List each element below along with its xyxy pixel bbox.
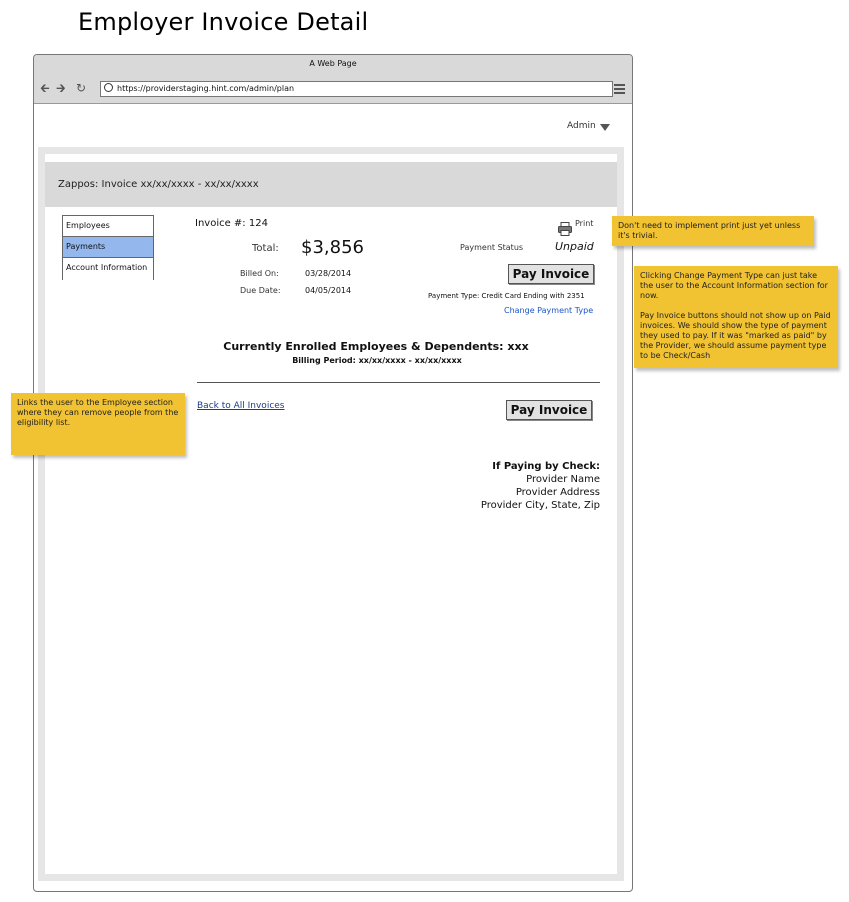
- content-panel: Zappos: Invoice xx/xx/xxxx - xx/xx/xxxx …: [45, 154, 617, 874]
- change-payment-type-link[interactable]: Change Payment Type: [504, 306, 593, 315]
- url-text: https://providerstaging.hint.com/admin/p…: [117, 84, 295, 93]
- provider-city-state-zip: Provider City, State, Zip: [480, 500, 600, 511]
- window-title: A Web Page: [34, 55, 632, 76]
- caret-down-icon[interactable]: [600, 124, 610, 131]
- pay-invoice-button[interactable]: Pay Invoice: [508, 264, 594, 284]
- total-label: Total:: [252, 243, 279, 254]
- note-change-payment-text-2: Pay Invoice buttons should not show up o…: [640, 311, 831, 360]
- print-link[interactable]: Print: [575, 219, 593, 228]
- invoice-number: Invoice #: 124: [195, 218, 268, 229]
- provider-address: Provider Address: [515, 487, 600, 498]
- billed-on-label: Billed On:: [240, 269, 279, 278]
- page-title: Employer Invoice Detail: [78, 8, 369, 36]
- browser-window: A Web Page 🡰 🡲 ↻ https://providerstaging…: [33, 54, 633, 892]
- note-change-payment: Clicking Change Payment Type can just ta…: [634, 266, 838, 368]
- back-to-all-invoices-link[interactable]: Back to All Invoices: [197, 401, 285, 411]
- sidebar-item-payments[interactable]: Payments: [62, 236, 154, 258]
- due-date-label: Due Date:: [240, 286, 281, 295]
- back-arrow-icon[interactable]: 🡰: [40, 81, 50, 95]
- pay-invoice-button-bottom[interactable]: Pay Invoice: [506, 400, 592, 420]
- billed-on-value: 03/28/2014: [305, 269, 352, 278]
- check-payment-info: If Paying by Check: Provider Name Provid…: [400, 460, 600, 512]
- reload-icon[interactable]: ↻: [76, 81, 86, 95]
- address-bar[interactable]: https://providerstaging.hint.com/admin/p…: [100, 81, 613, 97]
- hamburger-menu-icon[interactable]: [614, 84, 625, 96]
- note-employees-link: Links the user to the Employee section w…: [11, 393, 185, 455]
- check-heading: If Paying by Check:: [492, 461, 600, 472]
- sidebar-nav: Employees Payments Account Information: [62, 215, 154, 280]
- total-amount: $3,856: [301, 237, 364, 258]
- printer-icon[interactable]: [558, 222, 572, 236]
- note-change-payment-text-1: Clicking Change Payment Type can just ta…: [640, 271, 828, 300]
- sidebar-item-employees[interactable]: Employees: [62, 215, 154, 237]
- sidebar-item-account-information[interactable]: Account Information: [62, 257, 154, 280]
- payment-status-badge: Unpaid: [555, 240, 594, 253]
- search-icon: [104, 83, 113, 92]
- forward-arrow-icon[interactable]: 🡲: [56, 81, 66, 95]
- browser-toolbar: 🡰 🡲 ↻ https://providerstaging.hint.com/a…: [34, 75, 632, 104]
- divider: [197, 382, 600, 383]
- note-print: Don't need to implement print just yet u…: [612, 216, 814, 246]
- payment-status-label: Payment Status: [460, 243, 524, 252]
- billing-period: Billing Period: xx/xx/xxxx - xx/xx/xxxx: [292, 356, 462, 365]
- provider-name: Provider Name: [526, 474, 600, 485]
- enrolled-heading: Currently Enrolled Employees & Dependent…: [223, 340, 529, 353]
- admin-menu[interactable]: Admin: [567, 121, 596, 131]
- payment-type: Payment Type: Credit Card Ending with 23…: [428, 292, 585, 300]
- invoice-heading: Zappos: Invoice xx/xx/xxxx - xx/xx/xxxx: [58, 179, 259, 190]
- due-date-value: 04/05/2014: [305, 286, 352, 295]
- content-area: Zappos: Invoice xx/xx/xxxx - xx/xx/xxxx …: [38, 147, 624, 881]
